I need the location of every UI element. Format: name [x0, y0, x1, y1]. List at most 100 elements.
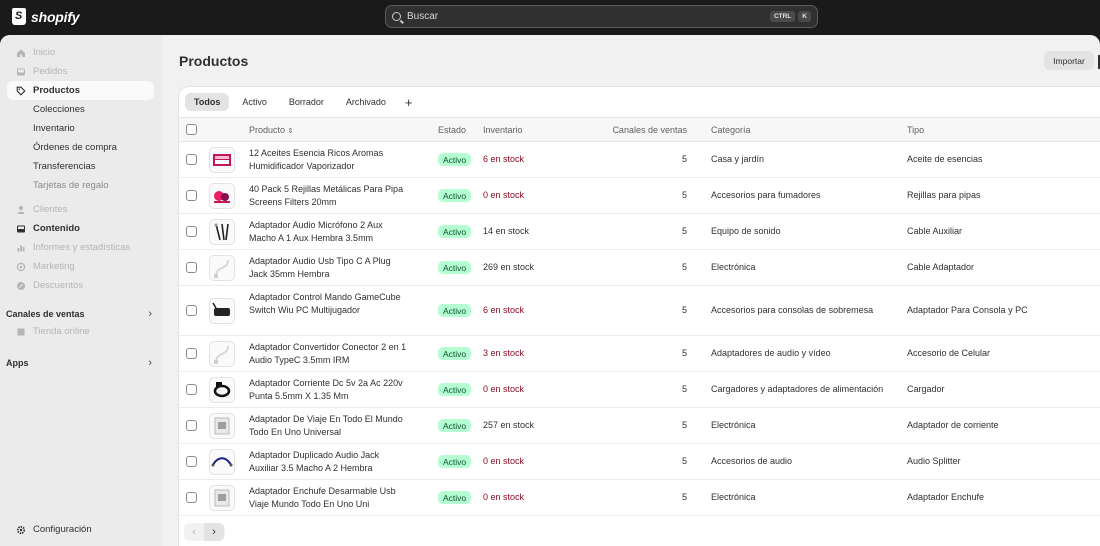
row-checkbox[interactable]: [186, 262, 197, 273]
type-value: Adaptador Para Consola y PC: [907, 305, 1028, 315]
product-thumbnail[interactable]: [209, 298, 235, 324]
status-badge: Activo: [438, 153, 472, 166]
sidebar-item-7[interactable]: Tarjetas de regalo: [7, 176, 154, 195]
table-row[interactable]: Adaptador Corriente Dc 5v 2a Ac 220v Pun…: [179, 372, 1100, 408]
product-name-link[interactable]: Adaptador Duplicado Audio Jack Auxiliar …: [249, 449, 409, 476]
product-name-link[interactable]: 12 Aceites Esencia Ricos Aromas Humidifi…: [249, 147, 409, 174]
sidebar-item-label: Tarjetas de regalo: [33, 180, 109, 191]
sidebar-item-4[interactable]: Inventario: [7, 119, 154, 138]
person-icon: [16, 205, 26, 215]
status-badge: Activo: [438, 189, 472, 202]
table-header: Producto ⇕ Estado Inventario Canales de …: [179, 117, 1100, 142]
prev-page-button[interactable]: ‹: [184, 523, 204, 541]
discount-icon: [16, 281, 26, 291]
inventory-value: 6 en stock: [483, 305, 525, 315]
tab-todos[interactable]: Todos: [185, 93, 230, 111]
sidebar-item-10[interactable]: Informes y estadísticas: [7, 238, 154, 257]
row-checkbox[interactable]: [186, 492, 197, 503]
sidebar-item-1[interactable]: Pedidos: [7, 62, 154, 81]
add-view-button[interactable]: +: [399, 93, 419, 111]
table-row[interactable]: Adaptador De Viaje En Todo El Mundo Todo…: [179, 408, 1100, 444]
product-name-link[interactable]: Adaptador Convertidor Conector 2 en 1 Au…: [249, 341, 409, 368]
product-thumbnail[interactable]: [209, 255, 235, 281]
tab-archivado[interactable]: Archivado: [337, 93, 395, 111]
inventory-value: 269 en stock: [483, 262, 535, 272]
product-thumbnail[interactable]: [209, 485, 235, 511]
product-thumbnail[interactable]: [209, 183, 235, 209]
sidebar-item-6[interactable]: Transferencias: [7, 157, 154, 176]
category-value: Cargadores y adaptadores de alimentación: [711, 384, 884, 394]
product-thumbnail[interactable]: [209, 449, 235, 475]
inventory-value: 257 en stock: [483, 420, 535, 430]
column-type[interactable]: Tipo: [907, 125, 924, 135]
column-category[interactable]: Categoría: [711, 125, 751, 135]
table-row[interactable]: Adaptador Control Mando GameCube Switch …: [179, 286, 1100, 336]
category-value: Casa y jardín: [711, 154, 765, 164]
inventory-value: 0 en stock: [483, 456, 525, 466]
table-row[interactable]: Adaptador Duplicado Audio Jack Auxiliar …: [179, 444, 1100, 480]
category-value: Adaptadores de audio y vídeo: [711, 348, 831, 358]
product-name-link[interactable]: Adaptador Audio Usb Tipo C A Plug Jack 3…: [249, 255, 409, 282]
sales-channels-header[interactable]: Canales de ventas ›: [6, 306, 156, 322]
inbox-icon: [16, 67, 26, 77]
sidebar-item-label: Órdenes de compra: [33, 142, 117, 153]
product-name-link[interactable]: Adaptador Enchufe Desarmable Usb Viaje M…: [249, 485, 409, 512]
tab-activo[interactable]: Activo: [233, 93, 276, 111]
shopify-bag-icon: [12, 8, 26, 25]
sidebar-item-0[interactable]: Inicio: [7, 43, 154, 62]
row-checkbox[interactable]: [186, 456, 197, 467]
product-thumbnail[interactable]: [209, 147, 235, 173]
row-checkbox[interactable]: [186, 154, 197, 165]
row-checkbox[interactable]: [186, 226, 197, 237]
product-thumbnail[interactable]: [209, 413, 235, 439]
table-row[interactable]: Adaptador Audio Usb Tipo C A Plug Jack 3…: [179, 250, 1100, 286]
search-input[interactable]: [407, 11, 767, 22]
sidebar-item-3[interactable]: Colecciones: [7, 100, 154, 119]
status-badge: Activo: [438, 455, 472, 468]
sales-channel-item[interactable]: Tienda online: [7, 322, 154, 341]
product-thumbnail[interactable]: [209, 377, 235, 403]
product-name-link[interactable]: 40 Pack 5 Rejillas Metálicas Para Pipa S…: [249, 183, 409, 210]
tab-borrador[interactable]: Borrador: [280, 93, 333, 111]
sidebar-item-label: Contenido: [33, 223, 80, 234]
product-name-link[interactable]: Adaptador De Viaje En Todo El Mundo Todo…: [249, 413, 409, 440]
type-value: Cable Auxiliar: [907, 226, 963, 236]
table-row[interactable]: Adaptador Audio Micrófono 2 Aux Macho A …: [179, 214, 1100, 250]
product-name-link[interactable]: Adaptador Control Mando GameCube Switch …: [249, 291, 409, 318]
table-row[interactable]: Adaptador Enchufe Desarmable Usb Viaje M…: [179, 480, 1100, 516]
column-inventory[interactable]: Inventario: [483, 125, 523, 135]
shopify-logo[interactable]: shopify: [12, 8, 80, 25]
search-bar[interactable]: CTRL K: [385, 5, 818, 28]
table-row[interactable]: 40 Pack 5 Rejillas Metálicas Para Pipa S…: [179, 178, 1100, 214]
column-status[interactable]: Estado: [438, 125, 466, 135]
column-channels[interactable]: Canales de ventas: [591, 125, 687, 135]
product-thumbnail[interactable]: [209, 219, 235, 245]
sidebar-item-2[interactable]: Productos: [7, 81, 154, 100]
table-row[interactable]: Adaptador Convertidor Conector 2 en 1 Au…: [179, 336, 1100, 372]
table-row[interactable]: 12 Aceites Esencia Ricos Aromas Humidifi…: [179, 142, 1100, 178]
category-value: Electrónica: [711, 420, 756, 430]
product-name-link[interactable]: Adaptador Audio Micrófono 2 Aux Macho A …: [249, 219, 409, 246]
apps-header[interactable]: Apps ›: [6, 355, 156, 371]
sales-channels-count: 5: [681, 348, 687, 358]
sidebar-item-5[interactable]: Órdenes de compra: [7, 138, 154, 157]
sidebar-item-label: Informes y estadísticas: [33, 242, 131, 253]
row-checkbox[interactable]: [186, 384, 197, 395]
column-product[interactable]: Producto ⇕: [249, 125, 293, 135]
product-name-link[interactable]: Adaptador Corriente Dc 5v 2a Ac 220v Pun…: [249, 377, 409, 404]
next-page-button[interactable]: ›: [204, 523, 224, 541]
sidebar-item-label: Marketing: [33, 261, 75, 272]
select-all-checkbox[interactable]: [186, 124, 197, 135]
row-checkbox[interactable]: [186, 190, 197, 201]
sidebar-item-12[interactable]: Descuentos: [7, 276, 154, 295]
row-checkbox[interactable]: [186, 420, 197, 431]
sidebar-item-11[interactable]: Marketing: [7, 257, 154, 276]
import-button[interactable]: Importar: [1044, 51, 1094, 70]
settings-button[interactable]: Configuración: [7, 520, 154, 539]
row-checkbox[interactable]: [186, 348, 197, 359]
row-checkbox[interactable]: [186, 305, 197, 316]
sidebar-item-9[interactable]: Contenido: [7, 219, 154, 238]
sidebar-item-8[interactable]: Clientes: [7, 200, 154, 219]
inventory-value: 0 en stock: [483, 492, 525, 502]
product-thumbnail[interactable]: [209, 341, 235, 367]
